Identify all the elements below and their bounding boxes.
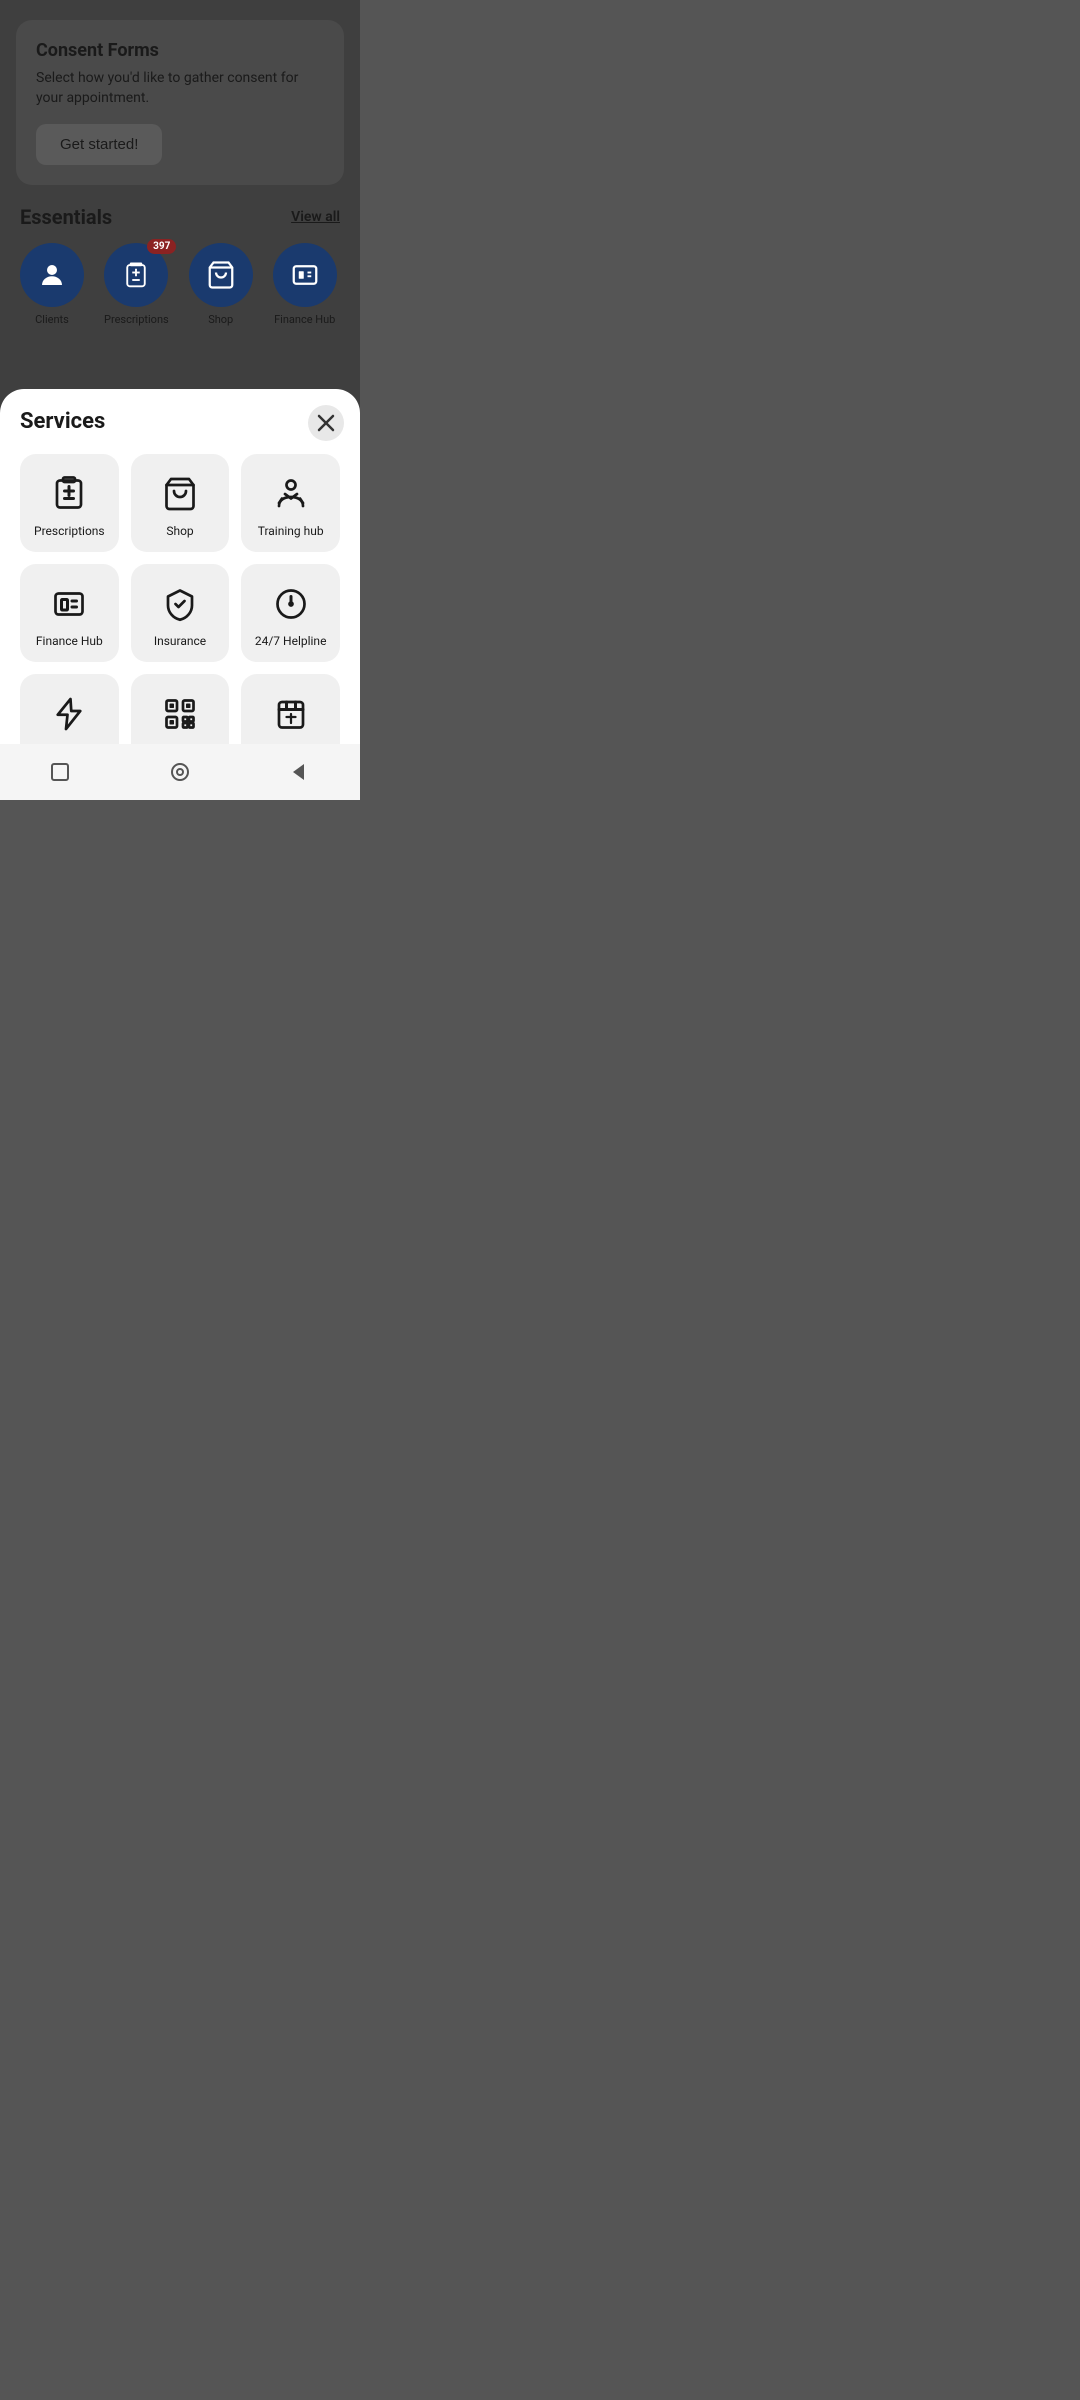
facespay-icon <box>160 694 200 734</box>
helpline-icon <box>271 584 311 624</box>
service-shop[interactable]: Shop <box>131 454 230 552</box>
service-label-shop: Shop <box>166 524 193 538</box>
service-insurance[interactable]: Insurance <box>131 564 230 662</box>
prescriptions-icon <box>49 474 89 514</box>
service-training-hub[interactable]: Training hub <box>241 454 340 552</box>
sharpbox-icon <box>271 694 311 734</box>
insurance-icon <box>160 584 200 624</box>
services-modal: Services Prescriptions <box>0 389 360 800</box>
modal-close-button[interactable] <box>308 405 344 441</box>
service-label-helpline: 24/7 Helpline <box>255 634 327 648</box>
service-label-finance-hub: Finance Hub <box>36 634 103 648</box>
service-finance-hub[interactable]: Finance Hub <box>20 564 119 662</box>
nav-square-button[interactable] <box>40 752 80 792</box>
service-helpline[interactable]: 24/7 Helpline <box>241 564 340 662</box>
modal-overlay: Services Prescriptions <box>0 0 360 800</box>
modal-title: Services <box>20 409 340 434</box>
nav-bar <box>0 744 360 800</box>
service-label-prescriptions: Prescriptions <box>34 524 105 538</box>
shop-icon <box>160 474 200 514</box>
nav-home-button[interactable] <box>160 752 200 792</box>
brand-boost-icon <box>49 694 89 734</box>
service-label-insurance: Insurance <box>154 634 206 648</box>
finance-hub-icon <box>49 584 89 624</box>
nav-back-button[interactable] <box>280 752 320 792</box>
service-label-training-hub: Training hub <box>258 524 324 538</box>
services-grid: Prescriptions Shop <box>20 454 340 772</box>
training-hub-icon <box>271 474 311 514</box>
service-prescriptions[interactable]: Prescriptions <box>20 454 119 552</box>
